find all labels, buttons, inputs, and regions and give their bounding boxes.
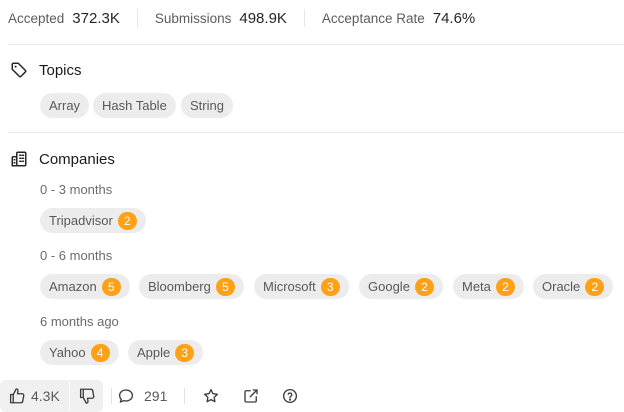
company-name: Apple <box>137 345 171 360</box>
share-icon <box>244 389 258 403</box>
divider <box>8 44 624 45</box>
companies-title: Companies <box>39 150 115 168</box>
star-icon <box>203 388 219 403</box>
company-tag[interactable]: Tripadvisor 2 <box>40 208 146 233</box>
stat-divider <box>303 9 305 27</box>
comment-icon <box>118 389 134 403</box>
accepted-value: 372.3K <box>72 9 120 27</box>
frequency-badge: 2 <box>117 211 137 230</box>
frequency-badge: 3 <box>175 343 195 362</box>
toolbar-divider <box>184 388 185 404</box>
period-label: 0 - 3 months <box>40 182 113 197</box>
topics-title: Topics <box>39 61 82 79</box>
topic-tag[interactable]: Array <box>40 93 90 118</box>
companies-header[interactable]: Companies <box>10 150 115 168</box>
period-label: 6 months ago <box>40 314 119 329</box>
help-button[interactable] <box>281 387 299 405</box>
help-icon <box>282 388 298 404</box>
topics-header[interactable]: Topics <box>10 61 82 79</box>
divider <box>8 132 624 133</box>
toolbar-divider <box>111 388 112 404</box>
topic-tag-label: String <box>190 98 224 113</box>
building-icon <box>11 151 27 167</box>
accepted-label: Accepted <box>8 10 65 26</box>
acceptance-stat: Acceptance Rate 74.6% <box>322 10 475 27</box>
company-tag[interactable]: Apple 3 <box>128 340 204 365</box>
stat-divider <box>136 9 138 27</box>
stats-row: Accepted 372.3K Submissions 498.9K Accep… <box>8 0 624 36</box>
frequency-badge: 5 <box>215 277 235 296</box>
dislike-button[interactable] <box>78 387 96 405</box>
company-tag[interactable]: Bloomberg 5 <box>139 274 244 299</box>
share-button[interactable] <box>242 387 260 405</box>
comment-count: 291 <box>144 388 168 404</box>
company-name: Meta <box>462 279 491 294</box>
frequency-badge: 2 <box>585 277 605 296</box>
vote-divider <box>69 382 70 410</box>
frequency-badge: 4 <box>90 343 110 362</box>
company-tag[interactable]: Meta 2 <box>453 274 524 299</box>
submissions-stat: Submissions 498.9K <box>155 10 287 27</box>
company-tag[interactable]: Amazon 5 <box>40 274 130 299</box>
company-name: Microsoft <box>263 279 316 294</box>
frequency-badge: 2 <box>414 277 434 296</box>
frequency-badge: 5 <box>101 277 121 296</box>
frequency-badge: 2 <box>495 277 515 296</box>
favorite-button[interactable] <box>202 387 220 405</box>
like-button[interactable]: 4.3K <box>8 387 60 405</box>
company-tag[interactable]: Microsoft 3 <box>254 274 349 299</box>
company-name: Bloomberg <box>148 279 211 294</box>
topic-tag-label: Hash Table <box>102 98 167 113</box>
period-label: 0 - 6 months <box>40 248 113 263</box>
company-tag[interactable]: Google 2 <box>359 274 443 299</box>
company-tag[interactable]: Oracle 2 <box>533 274 614 299</box>
submissions-label: Submissions <box>154 10 232 26</box>
submissions-value: 498.9K <box>239 9 287 27</box>
acceptance-value: 74.6% <box>432 9 476 27</box>
comments-button[interactable]: 291 <box>117 387 167 405</box>
question-toolbar: 4.3K 291 <box>0 380 624 412</box>
accepted-stat: Accepted 372.3K <box>8 10 120 27</box>
company-name: Oracle <box>542 279 581 294</box>
company-tag[interactable]: Yahoo 4 <box>40 340 119 365</box>
company-name: Yahoo <box>49 345 86 360</box>
topic-tag-label: Array <box>49 98 81 113</box>
acceptance-label: Acceptance Rate <box>321 10 425 26</box>
tag-icon <box>11 62 27 78</box>
topic-tag[interactable]: String <box>181 93 233 118</box>
thumbs-down-icon <box>79 388 95 404</box>
thumbs-up-icon <box>9 388 25 404</box>
frequency-badge: 3 <box>320 277 340 296</box>
company-name: Tripadvisor <box>49 213 113 228</box>
company-name: Amazon <box>49 279 97 294</box>
vote-group: 4.3K <box>0 380 103 412</box>
company-name: Google <box>368 279 410 294</box>
like-count: 4.3K <box>31 388 60 404</box>
topic-tag[interactable]: Hash Table <box>93 93 176 118</box>
